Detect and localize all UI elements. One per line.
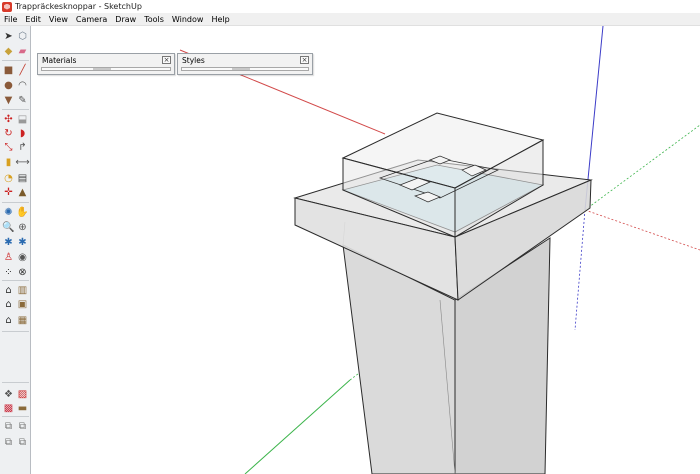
toolbar-separator: [2, 331, 29, 332]
pan-icon[interactable]: ✋: [16, 206, 29, 219]
materials-panel[interactable]: Materials ×: [37, 53, 175, 75]
polygon-icon[interactable]: ▼: [2, 94, 15, 107]
circle-icon[interactable]: ●: [2, 79, 15, 92]
smoove-icon[interactable]: ▩: [2, 402, 15, 415]
toolbar-separator: [2, 280, 29, 281]
add-detail-icon[interactable]: ⧉: [16, 420, 29, 433]
drape-icon[interactable]: ⧉: [2, 420, 15, 433]
share-component-icon[interactable]: ⌂: [2, 298, 15, 311]
layout-icon[interactable]: ▦: [16, 314, 29, 327]
move-icon[interactable]: ✣: [2, 113, 15, 126]
large-tool-set-toolbar: ➤ ⬡ ◆ ▰ ■ ╱ ● ◠ ▼ ✎ ✣ ⬓ ↻ ◗ ⤡ ↱ ▮ ⟷ ◔ ▤ ✛ ▲ ✺ ✋ 🔍 ⊕ ✱ ✱ ♙ ◉ ⁘ ⊗ ⌂ ▥ ⌂ ▣ ⌂ ▦ ❖ ▨…: [0, 26, 31, 474]
freehand-icon[interactable]: ✎: [16, 94, 29, 107]
flip-edge-icon[interactable]: ⧉: [2, 436, 15, 449]
share-model-icon[interactable]: ▥: [16, 284, 29, 297]
sandbox-from-contours-icon[interactable]: ❖: [2, 388, 15, 401]
section-plane-icon[interactable]: ⊗: [16, 266, 29, 279]
push-pull-icon[interactable]: ⬓: [16, 113, 29, 126]
solid-tools-icon[interactable]: ⧉: [16, 436, 29, 449]
position-camera-icon[interactable]: ♙: [2, 251, 15, 264]
arc-icon[interactable]: ◠: [16, 79, 29, 92]
menu-help[interactable]: Help: [207, 13, 233, 26]
offset-icon[interactable]: ↱: [16, 141, 29, 154]
stamp-icon[interactable]: ▬: [16, 402, 29, 415]
protractor-icon[interactable]: ◔: [2, 172, 15, 185]
menu-edit[interactable]: Edit: [21, 13, 45, 26]
look-around-icon[interactable]: ◉: [16, 251, 29, 264]
3d-text-icon[interactable]: ▲: [16, 186, 29, 199]
paint-bucket-icon[interactable]: ◆: [2, 45, 15, 58]
menu-file[interactable]: File: [0, 13, 21, 26]
axes-icon[interactable]: ✛: [2, 186, 15, 199]
toolbar-separator: [2, 382, 29, 383]
menu-camera[interactable]: Camera: [72, 13, 111, 26]
walk-icon[interactable]: ⁘: [2, 266, 15, 279]
tape-measure-icon[interactable]: ▮: [2, 156, 15, 169]
styles-panel-slider[interactable]: [181, 67, 309, 71]
rotate-icon[interactable]: ↻: [2, 127, 15, 140]
styles-close-button[interactable]: ×: [300, 56, 309, 64]
eraser-icon[interactable]: ▰: [16, 45, 29, 58]
model-scene: [179, 26, 700, 474]
line-icon[interactable]: ╱: [16, 64, 29, 77]
modeling-viewport[interactable]: Materials × Styles ×: [31, 26, 700, 474]
window-titlebar: Trappräckesknoppar - SketchUp: [0, 0, 700, 13]
toolbar-separator: [2, 60, 29, 61]
green-axis-dotted-far: [584, 124, 700, 211]
menu-view[interactable]: View: [45, 13, 72, 26]
zoom-icon[interactable]: 🔍: [2, 221, 15, 234]
toolbar-separator: [2, 416, 29, 417]
sketchup-app-icon: [2, 1, 12, 12]
get-models-icon[interactable]: ⌂: [2, 284, 15, 297]
menu-draw[interactable]: Draw: [111, 13, 140, 26]
styles-panel[interactable]: Styles ×: [177, 53, 313, 75]
sandbox-from-scratch-icon[interactable]: ▨: [16, 388, 29, 401]
zoom-window-icon[interactable]: ⊕: [16, 221, 29, 234]
scale-icon[interactable]: ⤡: [2, 141, 15, 154]
rectangle-icon[interactable]: ■: [2, 64, 15, 77]
green-axis-line: [244, 379, 351, 474]
styles-panel-title: Styles: [182, 56, 205, 65]
extension-warehouse-icon[interactable]: ▣: [16, 298, 29, 311]
text-icon[interactable]: ▤: [16, 172, 29, 185]
blue-axis-dotted: [574, 209, 586, 331]
red-axis-dotted: [584, 209, 700, 251]
materials-panel-slider[interactable]: [41, 67, 171, 71]
select-tool-icon[interactable]: ➤: [2, 30, 15, 43]
menu-tools[interactable]: Tools: [140, 13, 168, 26]
make-component-icon[interactable]: ⬡: [16, 30, 29, 43]
orbit-icon[interactable]: ✺: [2, 206, 15, 219]
zoom-extents-icon[interactable]: ✱: [2, 236, 15, 249]
menu-window[interactable]: Window: [168, 13, 208, 26]
home-icon[interactable]: ⌂: [2, 314, 15, 327]
menu-bar: File Edit View Camera Draw Tools Window …: [0, 13, 700, 26]
materials-panel-title: Materials: [42, 56, 77, 65]
toolbar-separator: [2, 109, 29, 110]
window-title: Trappräckesknoppar - SketchUp: [15, 2, 142, 11]
previous-view-icon[interactable]: ✱: [16, 236, 29, 249]
follow-me-icon[interactable]: ◗: [16, 127, 29, 140]
materials-close-button[interactable]: ×: [162, 56, 171, 64]
toolbar-separator: [2, 202, 29, 203]
dimension-icon[interactable]: ⟷: [15, 156, 29, 169]
